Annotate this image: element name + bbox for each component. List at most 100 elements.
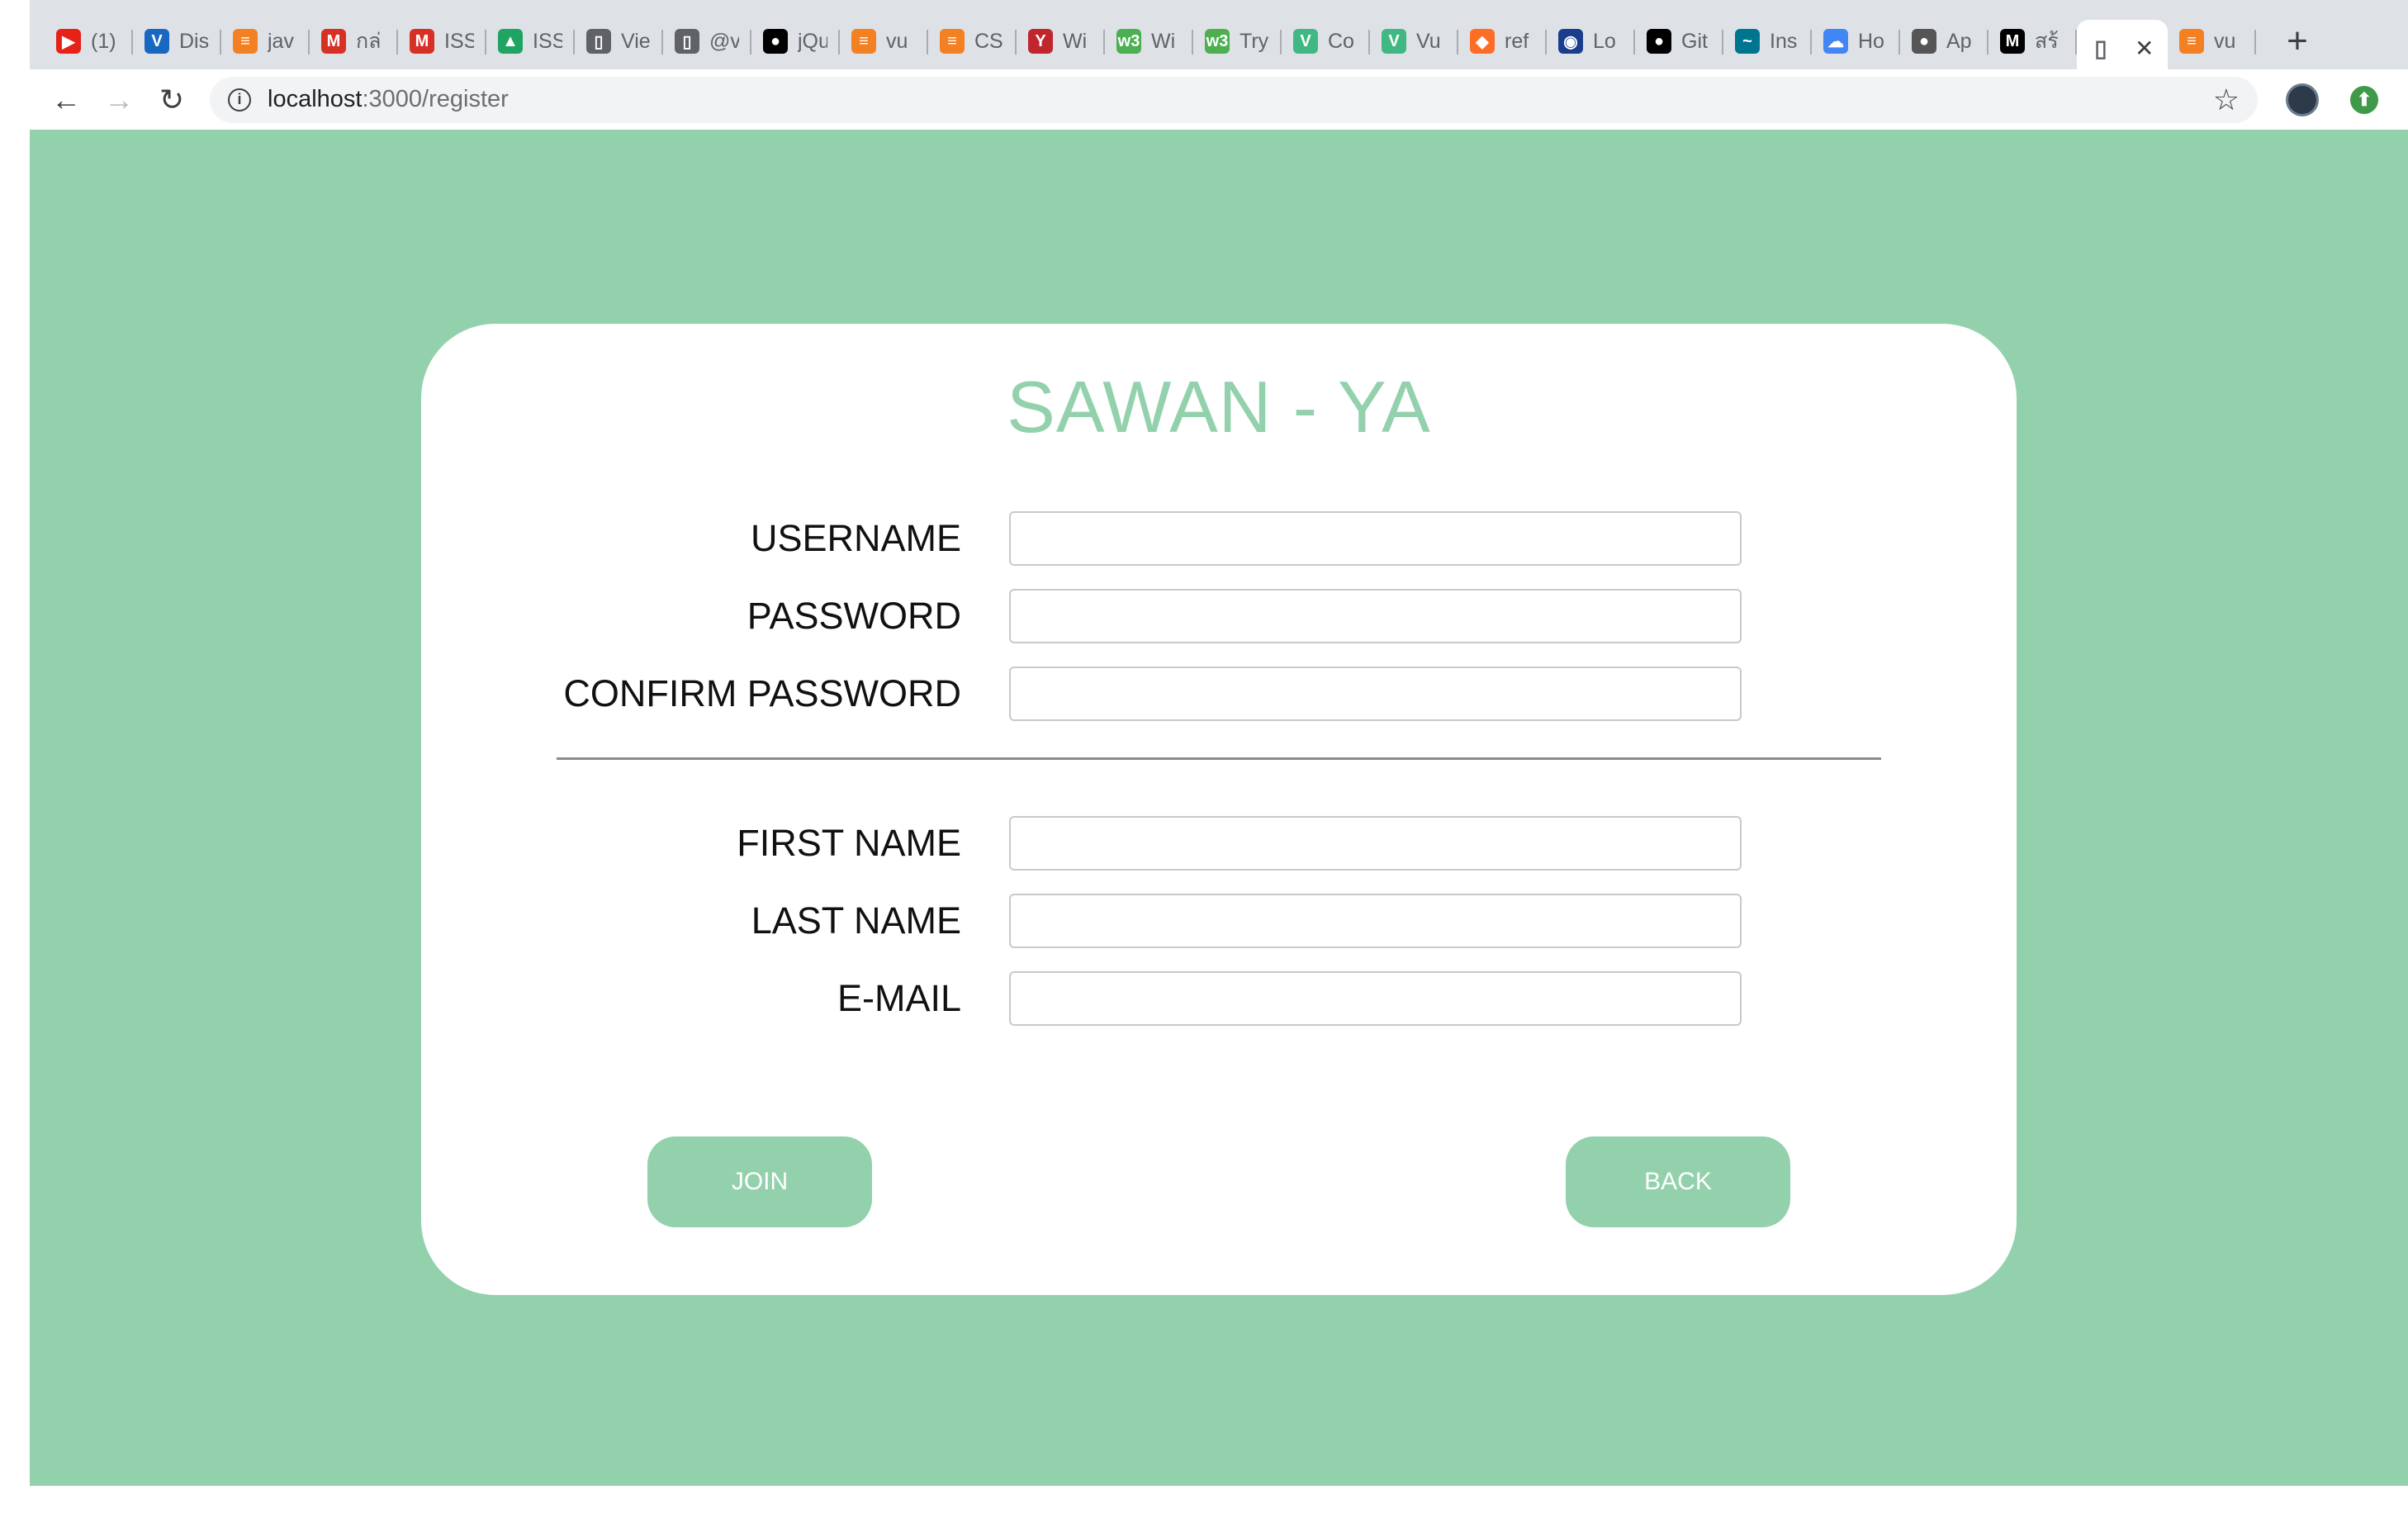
confirm-password-row: CONFIRM PASSWORD (421, 667, 2017, 721)
browser-tab[interactable]: ◉ Lo (1547, 13, 1635, 69)
reload-icon[interactable]: ↻ (149, 77, 195, 123)
browser-tab[interactable]: ☁ Ho (1812, 13, 1900, 69)
extension-icon[interactable]: ⬆ (2350, 85, 2378, 114)
browser-tab[interactable]: ● jQu (751, 13, 840, 69)
youtube-icon: ▶ (56, 29, 81, 54)
browser-tab[interactable]: ≡ vu (840, 13, 928, 69)
brand-title: SAWAN - YA (1007, 366, 1431, 448)
browser-tab[interactable]: M สร้ (1988, 13, 2077, 69)
browser-tab[interactable]: V Co (1282, 13, 1370, 69)
browser-tab[interactable]: ▶ (1) (45, 13, 133, 69)
w3schools-icon: w3 (1116, 29, 1141, 54)
google-drive-icon: ▲ (498, 29, 523, 54)
gmail-icon: M (321, 29, 346, 54)
apple-icon: ● (1912, 29, 1936, 54)
tab-title: Ap (1946, 29, 1972, 53)
page-viewport: SAWAN - YA USERNAME PASSWORD CONFIRM PAS… (30, 130, 2408, 1486)
vue-icon: V (1293, 29, 1318, 54)
browser-tab[interactable]: ▲ ISS (486, 13, 575, 69)
new-tab-button[interactable]: + (2273, 17, 2322, 66)
radio-tower-icon: Y (1028, 29, 1053, 54)
back-button[interactable]: BACK (1566, 1136, 1790, 1227)
profile-avatar[interactable] (2286, 83, 2319, 116)
info-icon[interactable]: i (228, 88, 251, 111)
google-cloud-icon: ☁ (1823, 29, 1848, 54)
url-text[interactable]: localhost:3000/register (268, 86, 509, 113)
vuetify-icon: V (145, 29, 169, 54)
browser-tab[interactable]: ~ Ins (1723, 13, 1812, 69)
tab-title: Lo (1593, 29, 1616, 53)
tab-title: Git (1681, 29, 1708, 53)
email-row: E-MAIL (421, 971, 2017, 1026)
tab-title: สร้ (2035, 30, 2059, 53)
confirm-password-label: CONFIRM PASSWORD (563, 672, 961, 714)
stackoverflow-icon: ≡ (2179, 29, 2204, 54)
browser-tab[interactable]: ● Git (1635, 13, 1723, 69)
username-row: USERNAME (421, 511, 2017, 566)
back-arrow-icon[interactable]: ← (43, 77, 89, 123)
tab-title: (1) (91, 29, 116, 53)
browser-tab[interactable]: V Dis (133, 13, 221, 69)
tab-title: vu (886, 29, 908, 53)
stackoverflow-icon: ≡ (233, 29, 258, 54)
browser-tab[interactable]: ◆ ref (1458, 13, 1547, 69)
browser-tab[interactable]: M ISS (398, 13, 486, 69)
medium-icon: M (2000, 29, 2025, 54)
tab-title: jav (268, 29, 294, 53)
browser-tab[interactable]: M กล่ (310, 13, 398, 69)
join-button[interactable]: JOIN (647, 1136, 872, 1227)
password-row: PASSWORD (421, 589, 2017, 643)
browser-tab[interactable]: w3 Wi (1105, 13, 1193, 69)
tab-strip: ▶ (1) V Dis ≡ jav M กล่ M ISS ▲ ISS ▯ Vie ▯ @v ● jQu ≡ vu ≡ C… (30, 13, 2408, 76)
email-input[interactable] (1009, 971, 1742, 1026)
confirm-password-input[interactable] (1009, 667, 1742, 721)
tab-title: jQu (798, 29, 827, 53)
address-bar[interactable]: i localhost:3000/register ☆ (210, 76, 2258, 123)
browser-tab[interactable]: ● Ap (1900, 13, 1988, 69)
last-name-label: LAST NAME (751, 899, 961, 942)
register-card: SAWAN - YA USERNAME PASSWORD CONFIRM PAS… (421, 324, 2017, 1295)
browser-tab[interactable]: ▯ Vie (575, 13, 663, 69)
browser-tab[interactable]: ≡ jav (221, 13, 310, 69)
tab-title: vu (2214, 29, 2236, 53)
tab-title: กล่ (356, 30, 382, 53)
gmail-icon: M (410, 29, 434, 54)
active-tab[interactable]: ▯ ✕ (2077, 20, 2168, 76)
username-input[interactable] (1009, 511, 1742, 566)
browser-tab[interactable]: ▯ @v (663, 13, 751, 69)
last-name-input[interactable] (1009, 894, 1742, 948)
tab-title: CS (974, 29, 1003, 53)
page-icon: ▯ (2094, 35, 2107, 61)
first-name-input[interactable] (1009, 816, 1742, 871)
mysql-icon: ~ (1735, 29, 1760, 54)
page-icon: ▯ (675, 29, 699, 54)
gitlab-icon: ◆ (1470, 29, 1495, 54)
close-tab-icon[interactable]: ✕ (2135, 35, 2154, 62)
password-input[interactable] (1009, 589, 1742, 643)
last-name-row: LAST NAME (421, 894, 2017, 948)
browser-tab[interactable]: ≡ vu (2168, 13, 2256, 69)
github-icon: ● (1647, 29, 1671, 54)
github-icon: ● (763, 29, 788, 54)
forward-arrow-icon[interactable]: → (96, 77, 142, 123)
browser-tab[interactable]: V Vu (1370, 13, 1458, 69)
browser-tab[interactable]: ≡ CS (928, 13, 1017, 69)
tab-title: Vie (621, 29, 651, 53)
bookmark-star-icon[interactable]: ☆ (2213, 83, 2240, 117)
tab-title: @v (709, 29, 739, 53)
url-path: :3000/register (362, 86, 509, 112)
page-icon: ▯ (586, 29, 611, 54)
vue-icon: V (1382, 29, 1406, 54)
tab-title: Dis (179, 29, 209, 53)
browser-tab[interactable]: Y Wi (1017, 13, 1105, 69)
url-host: localhost (268, 86, 363, 112)
tab-title: Wi (1063, 29, 1088, 53)
stackoverflow-icon: ≡ (940, 29, 965, 54)
tab-title: ref (1505, 29, 1529, 53)
browser-toolbar: ← → ↻ i localhost:3000/register ☆ ⬆ (30, 69, 2408, 130)
tab-title: Ins (1770, 29, 1798, 53)
w3schools-icon: w3 (1205, 29, 1230, 54)
tab-title: Wi (1151, 29, 1176, 53)
browser-tab[interactable]: w3 Try (1193, 13, 1282, 69)
password-label: PASSWORD (747, 595, 961, 637)
